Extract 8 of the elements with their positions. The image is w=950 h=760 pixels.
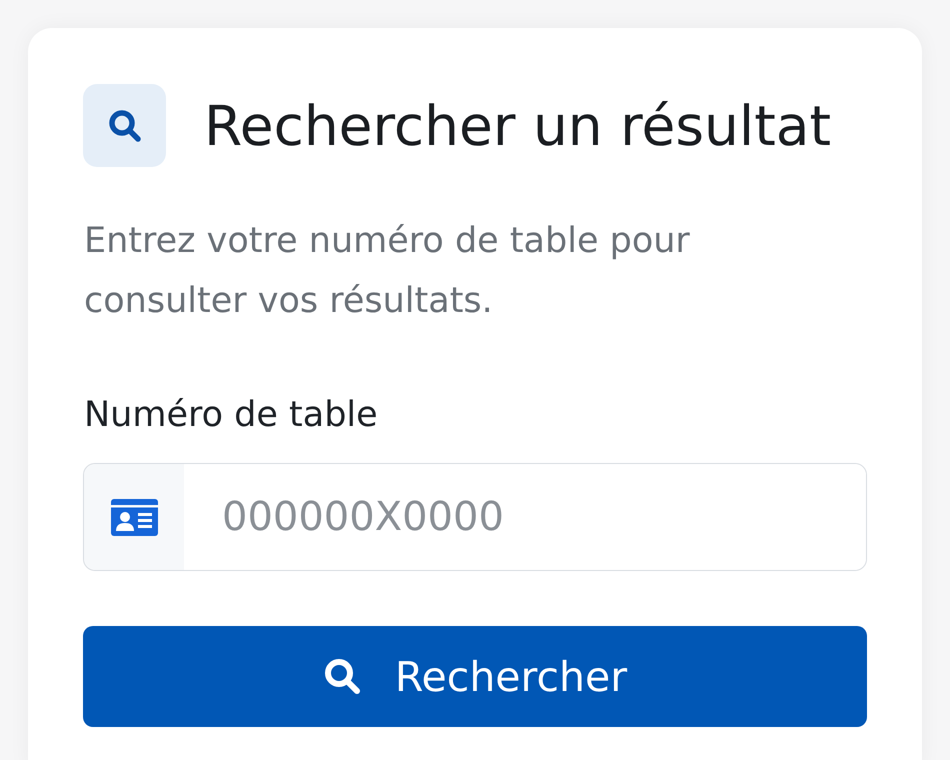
search-icon <box>322 656 363 696</box>
search-icon <box>83 84 166 167</box>
description-text: Entrez votre numéro de table pour consulter vos résultats. <box>84 220 691 323</box>
table-number-field[interactable]: 000000X0000 <box>83 463 867 571</box>
field-label: Numéro de table <box>84 394 379 437</box>
id-card-icon <box>110 498 158 536</box>
page-title: Rechercher un résultat <box>204 92 832 158</box>
search-button[interactable]: Rechercher <box>83 626 867 727</box>
